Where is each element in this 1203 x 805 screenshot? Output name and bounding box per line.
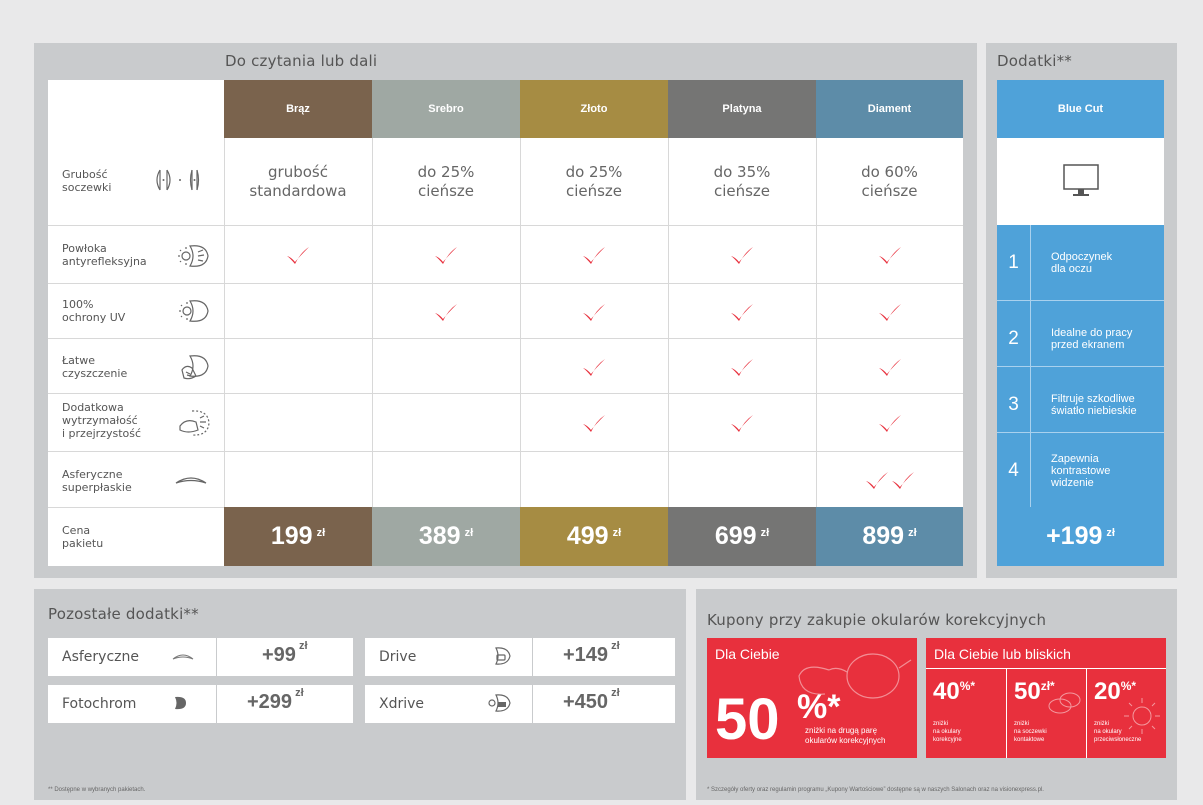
package-header-braz: Brąz <box>224 80 372 138</box>
checkmark-uv-platyna <box>729 302 755 324</box>
addon-name-fotochrom: Fotochrom <box>62 696 137 712</box>
checkmark-aspheric-diament <box>864 470 890 492</box>
coupon-for-you-heading: Dla Ciebie <box>715 646 780 662</box>
row-label-antireflective: Powłoka antyrefleksyjna <box>62 242 147 268</box>
checkmark-antireflective-srebro <box>433 245 459 267</box>
anti-reflective-icon <box>178 245 209 267</box>
checkmark-antireflective-braz <box>285 245 311 267</box>
row-label-cleaning: Łatwe czyszczenie <box>62 354 128 380</box>
addon-price-asferyczne: +99 zł <box>262 640 308 666</box>
checkmark-uv-zloto <box>581 302 607 324</box>
package-header-zloto: Złoto <box>520 80 668 138</box>
checkmark-cleaning-diament <box>877 357 903 379</box>
price-braz: 199 zł <box>224 507 372 566</box>
package-header-diament: Diament <box>816 80 963 138</box>
thickness-diament: do 60% cieńsze <box>861 162 918 200</box>
coupon-family-divider <box>1086 668 1087 758</box>
row-label-thickness: Grubość soczewki <box>62 168 112 194</box>
coupon-glasses-value: 40%* <box>933 678 976 705</box>
addon-price-fotochrom: +299 zł <box>247 687 304 713</box>
coupon-for-you-unit: %* <box>797 688 841 726</box>
other-addons-footnote: ** Dostępne w wybranych pakietach. <box>48 787 146 793</box>
aspheric-lens-icon <box>172 654 194 660</box>
price-srebro: 389 zł <box>372 507 520 566</box>
checkmark-durability-zloto <box>581 413 607 435</box>
checkmark-durability-platyna <box>729 413 755 435</box>
coupon-family-heading: Dla Ciebie lub bliskich <box>934 646 1071 662</box>
lens-thickness-icon <box>156 169 200 191</box>
blue-cut-divider <box>997 300 1164 301</box>
blue-cut-feature-1: 1 Odpoczynek dla oczu <box>997 225 1164 300</box>
coupons-footnote: * Szczegóły oferty oraz regulamin progra… <box>707 787 1044 793</box>
coupon-sunglasses-desc: zniżki na okulary przeciwsłoneczne <box>1094 721 1142 743</box>
row-label-price: Cena pakietu <box>62 524 104 550</box>
row-divider <box>48 393 963 394</box>
photochromic-icon <box>175 696 186 710</box>
row-label-aspheric: Asferyczne superpłaskie <box>62 468 132 494</box>
thickness-srebro: do 25% cieńsze <box>417 162 475 200</box>
blue-cut-feature-3: 3 Filtruje szkodliwe światło niebieskie <box>997 367 1164 442</box>
coupon-family-divider <box>1006 668 1007 758</box>
row-divider <box>48 338 963 339</box>
checkmark-cleaning-zloto <box>581 357 607 379</box>
addon-row-gap <box>48 676 675 685</box>
thickness-zloto: do 25% cieńsze <box>565 162 623 200</box>
row-label-uv: 100% ochrony UV <box>62 298 126 324</box>
coupon-for-you-value: 50 <box>715 687 780 752</box>
checkmark-durability-diament <box>877 413 903 435</box>
coupon-glasses-desc: zniżki na okulary korekcyjne <box>933 721 962 743</box>
checkmark-antireflective-zloto <box>581 245 607 267</box>
price-zloto: 499 zł <box>520 507 668 566</box>
aspheric-lens-icon <box>175 477 207 484</box>
monitor-icon <box>1063 164 1099 196</box>
addon-price-drive: +149 zł <box>563 640 620 666</box>
blue-cut-price: +199 zł <box>997 507 1164 566</box>
row-divider <box>48 451 963 452</box>
checkmark-aspheric-diament <box>890 470 916 492</box>
thickness-braz: grubość standardowa <box>249 162 347 200</box>
coupon-contact-lens-value: 50zł* <box>1014 678 1055 705</box>
checkmark-antireflective-diament <box>877 245 903 267</box>
durability-icon <box>179 410 210 436</box>
other-addons-title: Pozostałe dodatki** <box>48 605 199 623</box>
blue-cut-num-divider <box>1030 225 1031 508</box>
coupon-for-you-desc: zniżki na drugą parę okularów korekcyjnyc… <box>805 726 886 745</box>
coupons-title: Kupony przy zakupie okularów korekcyjnyc… <box>707 611 1047 629</box>
price-platyna: 699 zł <box>668 507 816 566</box>
package-header-srebro: Srebro <box>372 80 520 138</box>
coupon-contact-lens-desc: zniżki na soczewki kontaktowe <box>1014 721 1047 743</box>
blue-cut-feature-2: 2 Idealne do pracy przed ekranem <box>997 301 1164 376</box>
checkmark-uv-diament <box>877 302 903 324</box>
easy-cleaning-icon <box>181 355 209 380</box>
checkmark-uv-srebro <box>433 302 459 324</box>
addon-name-asferyczne: Asferyczne <box>62 649 139 665</box>
row-divider <box>48 225 963 226</box>
car-icon <box>495 647 511 665</box>
coupon-for-you: Dla Ciebie 50 %* zniżki na drugą parę oku… <box>707 638 917 758</box>
uv-protection-icon <box>179 300 209 322</box>
thickness-platyna: do 35% cieńsze <box>713 162 771 200</box>
coupon-sunglasses-value: 20%* <box>1094 678 1137 705</box>
addon-name-drive: Drive <box>379 649 417 665</box>
blue-cut-feature-4: 4 Zapewnia kontrastowe widzenie <box>997 433 1164 508</box>
checkmark-cleaning-platyna <box>729 357 755 379</box>
packages-panel-title: Do czytania lub dali <box>225 52 378 70</box>
package-header-platyna: Platyna <box>668 80 816 138</box>
blue-cut-divider <box>997 366 1164 367</box>
addon-price-xdrive: +450 zł <box>563 687 620 713</box>
addons-panel-title: Dodatki** <box>997 52 1072 70</box>
blue-cut-header: Blue Cut <box>997 80 1164 138</box>
checkmark-antireflective-platyna <box>729 245 755 267</box>
car-sun-icon <box>488 694 511 712</box>
row-label-durability: Dodatkowa wytrzymałość i przejrzystość <box>62 401 142 440</box>
addon-name-xdrive: Xdrive <box>379 696 425 712</box>
coupon-family-divider <box>926 668 1166 669</box>
row-divider <box>48 283 963 284</box>
price-diament: 899 zł <box>816 507 963 566</box>
coupon-for-you-or-family: Dla Ciebie lub bliskich 40%* zniżki na ok… <box>926 638 1166 758</box>
blue-cut-divider <box>997 432 1164 433</box>
blue-cut-image <box>997 138 1164 225</box>
